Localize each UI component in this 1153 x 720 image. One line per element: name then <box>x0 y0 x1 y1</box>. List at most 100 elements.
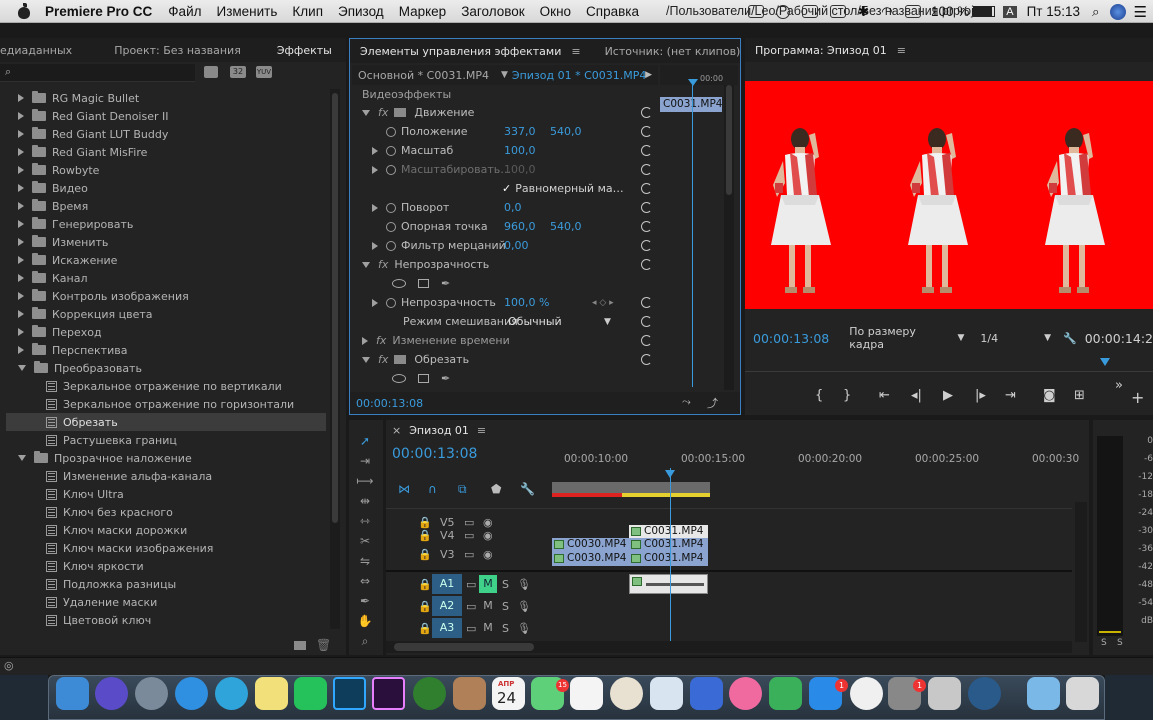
disclosure-closed-icon[interactable] <box>18 184 24 192</box>
keyframe-nav-icon[interactable]: ◂ ◇ ▸ <box>592 298 614 308</box>
film-icon[interactable]: ▭ <box>466 622 476 635</box>
go-to-in-icon[interactable]: ⇤ <box>879 388 890 403</box>
menu-window[interactable]: Окно <box>540 4 571 19</box>
chrome-dock-icon[interactable] <box>850 677 883 710</box>
ellipse-mask-icon[interactable] <box>392 374 406 383</box>
work-area-bar[interactable] <box>552 482 710 497</box>
effects-tree-item[interactable]: Коррекция цвета <box>6 305 153 323</box>
volume-icon[interactable] <box>904 5 921 18</box>
eye-icon[interactable]: ◉ <box>483 548 493 561</box>
stopwatch-icon[interactable] <box>386 221 396 232</box>
photos-dock-icon[interactable] <box>610 677 643 710</box>
timeline-vscroll[interactable] <box>1075 502 1087 642</box>
render-status-icon[interactable]: ◎ <box>4 659 14 672</box>
reset-icon[interactable] <box>641 297 652 308</box>
stopwatch-icon[interactable] <box>386 145 396 156</box>
fx-toggle-icon[interactable]: fx <box>378 353 388 366</box>
film-icon[interactable]: ▭ <box>464 548 474 561</box>
slip-tool-icon[interactable]: ⇋ <box>356 554 374 570</box>
wrench-icon[interactable]: 🔧 <box>1063 332 1077 345</box>
effects-tree-item[interactable]: Подложка разницы <box>6 575 176 593</box>
effects-tree-item[interactable]: Ключ маски дорожки <box>6 521 187 539</box>
reset-icon[interactable] <box>641 354 652 365</box>
preview-dock-icon[interactable] <box>650 677 683 710</box>
quality-select[interactable]: 1/4 <box>980 332 998 345</box>
effects-tree-item[interactable]: Искажение <box>6 251 117 269</box>
go-to-out-icon[interactable]: ⇥ <box>1005 388 1016 403</box>
export-frame-icon[interactable]: ⤳ <box>682 395 691 409</box>
disclosure-closed-icon[interactable] <box>372 165 378 174</box>
effects-tree-item[interactable]: Red Giant LUT Buddy <box>6 125 168 143</box>
keychain-dock-icon[interactable] <box>928 677 961 710</box>
disclosure-closed-icon[interactable] <box>372 203 378 212</box>
disclosure-closed-icon[interactable] <box>18 148 24 156</box>
disclosure-closed-icon[interactable] <box>18 202 24 210</box>
effects-tree-item[interactable]: Преобразовать <box>6 359 142 377</box>
finder-dock-icon[interactable] <box>56 677 89 710</box>
disclosure-open-icon[interactable] <box>362 109 370 116</box>
disclosure-open-icon[interactable] <box>362 261 370 268</box>
ec-clip-bar[interactable]: C0031.MP4 <box>660 97 722 112</box>
clip-to-program-icon[interactable]: ⤴ <box>707 395 718 411</box>
itunes-dock-icon[interactable] <box>729 677 762 710</box>
menu-file[interactable]: Файл <box>168 4 201 19</box>
timeline-clip[interactable]: C0031.MP4 <box>629 552 708 566</box>
mark-out-icon[interactable]: } <box>843 388 851 403</box>
disclosure-closed-icon[interactable] <box>18 130 24 138</box>
film-icon[interactable]: ▭ <box>466 600 476 613</box>
master-clip-label[interactable]: Основной * C0031.MP4 <box>358 69 489 82</box>
notification-center-icon[interactable]: ☰ <box>1134 3 1147 21</box>
disclosure-open-icon[interactable] <box>362 356 370 363</box>
trash-dock-icon[interactable] <box>1066 677 1099 710</box>
effects-scrollbar[interactable] <box>330 89 340 629</box>
rect-mask-icon[interactable] <box>418 374 429 383</box>
32bit-effects-icon[interactable]: 32 <box>230 66 246 78</box>
effects-tree-item[interactable]: Растушевка границ <box>6 431 177 449</box>
apple-icon[interactable] <box>17 3 31 19</box>
eye-icon[interactable]: ◉ <box>483 529 493 542</box>
program-scrubber[interactable] <box>745 358 1153 372</box>
track-target-button[interactable]: A2 <box>432 596 462 616</box>
tab-effects[interactable]: Эффекты <box>267 44 342 57</box>
yuv-effects-icon[interactable]: YUV <box>256 66 272 78</box>
dropdown-icon[interactable]: ▼ <box>501 70 508 80</box>
play-clip-icon[interactable]: ▶ <box>645 70 652 80</box>
play-icon[interactable]: ▶ <box>943 388 953 403</box>
disclosure-closed-icon[interactable] <box>18 220 24 228</box>
track-select-tool-icon[interactable]: ⇥ <box>356 454 374 470</box>
timeline-playhead-icon[interactable] <box>665 470 675 478</box>
display-icon[interactable] <box>775 4 790 19</box>
reset-icon[interactable] <box>641 335 652 346</box>
effects-tree-item[interactable]: Видео <box>6 179 88 197</box>
tab-metadata[interactable]: едиаданных <box>0 44 82 57</box>
mute-button[interactable]: M <box>479 619 497 637</box>
disclosure-open-icon[interactable] <box>18 455 26 461</box>
disclosure-closed-icon[interactable] <box>372 298 378 307</box>
reset-icon[interactable] <box>641 202 652 213</box>
effects-tree-item[interactable]: Контроль изображения <box>6 287 189 305</box>
app-menu[interactable]: Premiere Pro CC <box>45 4 152 19</box>
effects-tree-item[interactable]: Изменить <box>6 233 108 251</box>
timeline-ruler[interactable]: 00:00:10:00 00:00:15:00 00:00:20:00 00:00:2… <box>552 453 1079 467</box>
export-frame-camera-icon[interactable]: ◙ <box>1043 388 1056 403</box>
program-menu-icon[interactable]: ≡ <box>897 44 906 57</box>
effects-tree-item[interactable]: Переход <box>6 323 102 341</box>
timeline-clip[interactable]: C0031.MP4 <box>629 525 708 539</box>
lock-icon[interactable]: 🔒 <box>418 548 432 561</box>
disclosure-closed-icon[interactable] <box>18 256 24 264</box>
timeline-settings-icon[interactable]: 🔧 <box>520 482 535 496</box>
menu-marker[interactable]: Маркер <box>399 4 447 19</box>
fx-toggle-icon[interactable]: fx <box>378 106 388 119</box>
wifi-icon[interactable]: ◠ <box>881 4 893 20</box>
pen-mask-icon[interactable]: ✒ <box>441 372 450 385</box>
disclosure-closed-icon[interactable] <box>18 292 24 300</box>
spotlight-icon[interactable]: ⌕ <box>1092 4 1100 20</box>
accelerated-effects-icon[interactable] <box>204 66 218 78</box>
property-value-2[interactable]: 540,0 <box>550 220 582 233</box>
disclosure-closed-icon[interactable] <box>372 241 378 250</box>
disclosure-closed-icon[interactable] <box>18 112 24 120</box>
timeline-tab[interactable]: × Эпизод 01 ≡ <box>392 424 486 437</box>
effects-tree-item[interactable]: Ключ Ultra <box>6 485 124 503</box>
nest-icon[interactable]: ⋈ <box>398 482 410 496</box>
effects-search-input[interactable]: ⌕ <box>0 64 195 82</box>
